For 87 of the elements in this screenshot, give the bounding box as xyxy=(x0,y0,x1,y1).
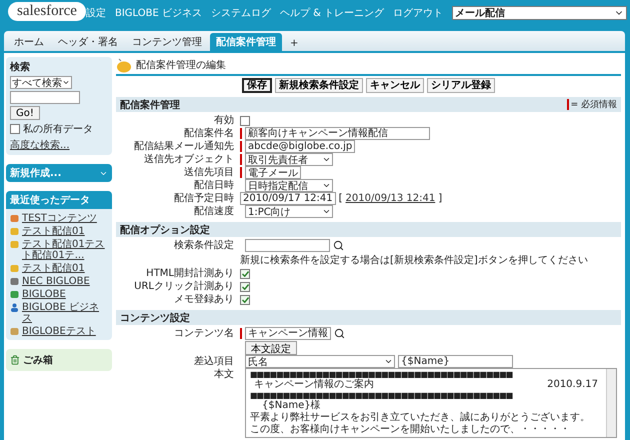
form-button[interactable]: 新規検索条件設定 xyxy=(275,78,363,93)
body-text: この度、お客様向けキャンペーンを開始いたしましたので、・・・・・ xyxy=(250,424,571,436)
field-label: 送信先オブジェクト xyxy=(143,153,234,166)
search-title: 検索 xyxy=(10,60,31,74)
advanced-search-link[interactable]: 高度な検索... xyxy=(10,138,108,152)
lookup-field[interactable] xyxy=(245,239,330,252)
tab[interactable]: コンテンツ管理 xyxy=(126,33,208,51)
field-label: 有効 xyxy=(213,114,234,127)
trash-icon xyxy=(10,355,20,365)
checkbox[interactable] xyxy=(240,294,250,304)
recent-item-link[interactable]: テスト配信01テスト配信01テ... xyxy=(22,239,108,261)
record-icon xyxy=(10,327,19,336)
field-label: URLクリック計測あり xyxy=(133,280,234,293)
date-field[interactable]: 2010/09/17 12:41 xyxy=(240,192,336,205)
field-label: 本文 xyxy=(213,368,234,382)
lookup-field[interactable]: キャンペーン情報 xyxy=(245,327,331,340)
select-field[interactable]: 1:PC向け xyxy=(245,205,333,218)
recent-item-link[interactable]: BIGLOBE xyxy=(22,289,66,300)
search-field[interactable] xyxy=(10,91,80,104)
field-label: HTML開封計測あり xyxy=(145,267,234,280)
divider-text: ■■■■■■■■■■■■■■■■■■■■■■■■■■■■■■■■■■■■■■■■ xyxy=(250,370,514,379)
field-label: 配信結果メール通知先 xyxy=(133,140,234,153)
scrollbar xyxy=(606,369,616,437)
recent-item-link[interactable]: BIGLOBE ビジネス xyxy=(22,302,108,324)
checkbox[interactable] xyxy=(240,282,250,292)
text-field[interactable]: 顧客向けキャンペーン情報配信 xyxy=(245,127,430,140)
field-label: 差込項目 xyxy=(193,355,234,368)
recent-item-link[interactable]: テスト配信01 xyxy=(22,226,85,237)
field-label: メモ登録あり xyxy=(173,293,234,306)
recent-item-link[interactable]: BIGLOBEテスト xyxy=(22,326,96,337)
select-field[interactable]: 氏名 xyxy=(245,355,395,368)
divider-text: ■■■■■■■■■■■■■■■■■■■■■■■■■■■■■■■■■■■■■■■■ xyxy=(250,391,514,400)
person-icon xyxy=(10,303,19,312)
date-link[interactable]: 2010/09/13 12:41 xyxy=(346,193,436,204)
checkbox[interactable] xyxy=(240,268,250,278)
select-field[interactable]: 日時指定配信 xyxy=(245,179,333,192)
checkbox[interactable] xyxy=(10,124,20,134)
bracket-text: [ xyxy=(338,193,343,204)
recycle-bin[interactable]: ごみ箱 xyxy=(6,349,112,371)
section-title: 配信オプション設定 xyxy=(120,223,210,236)
field-label: 配信日時 xyxy=(193,179,234,192)
text-field[interactable]: abcde@biglobe.co.jp xyxy=(245,140,356,153)
form-button[interactable]: 保存 xyxy=(242,78,272,93)
bag-icon xyxy=(116,57,132,73)
caret-icon xyxy=(322,181,331,190)
section-title: コンテンツ設定 xyxy=(120,311,190,324)
select-field[interactable]: 電子メール xyxy=(245,166,301,179)
date-text: 2010.9.17 xyxy=(547,379,598,391)
field-label: 検索条件設定 xyxy=(173,239,234,253)
hint-text: 新規に検索条件を設定する場合は[新規検索条件設定]ボタンを押してください xyxy=(240,254,589,267)
go-button[interactable]: Go! xyxy=(10,106,40,120)
section-title: 配信案件管理 xyxy=(120,98,180,112)
caret-icon xyxy=(322,155,331,164)
body-settings-button[interactable]: 本文設定 xyxy=(245,341,297,355)
logo: salesforce xyxy=(8,2,86,21)
lookup-icon[interactable] xyxy=(333,240,344,251)
recent-item-link[interactable]: TESTコンテンツ xyxy=(22,213,97,224)
caret-icon xyxy=(322,207,331,216)
page-title: 配信案件管理の編集 xyxy=(136,58,226,72)
required-mark xyxy=(566,99,569,110)
recent-item-link[interactable]: NEC BIGLOBE xyxy=(22,276,90,287)
app-menu[interactable]: メール配信 xyxy=(452,6,628,20)
scope-select[interactable]: すべて検索 xyxy=(10,76,72,89)
bracket-text: ] xyxy=(438,193,442,204)
body-text: 平素より弊社サービスをお引き立ていただき、誠にありがとうございます。 xyxy=(250,412,591,424)
heading-text: キャンペーン情報のご案内 xyxy=(254,379,374,391)
lookup-icon[interactable] xyxy=(334,328,345,339)
form-button[interactable]: シリアル登録 xyxy=(427,78,495,93)
greeting-text: {$Name}様 xyxy=(261,400,322,412)
caret-icon xyxy=(384,357,393,366)
field-label: 配信予定日時 xyxy=(173,192,234,205)
checkbox-label: 私の所有データ xyxy=(23,122,93,136)
recent-item-link[interactable]: テスト配信01 xyxy=(22,263,85,274)
select-field[interactable]: 取引先責任者 xyxy=(245,153,333,166)
tab[interactable]: ヘッダ・署名 xyxy=(52,33,124,51)
checkbox[interactable] xyxy=(240,116,250,126)
field-label: 送信先項目 xyxy=(183,166,234,179)
recent-title: 最近使ったデータ xyxy=(6,191,112,209)
field-label: 配信案件名 xyxy=(183,127,234,140)
add-tab[interactable]: + xyxy=(284,36,304,51)
text-area[interactable]: ■■■■■■■■■■■■■■■■■■■■■■■■■■■■■■■■■■■■■■■■ キャンペーン情報のご案内 2010.9.17 ■■■■■■■■■■■■■■■■■■■■■■■■■■■■■■■■■■■■■■■■ {$Name}様 平素より弊社サービスをお引き立ていただき、誠にありがとうございます。 この度、お客様向けキャンペーンを開始いたしましたので、・・・・・ xyxy=(245,368,617,438)
tab[interactable]: ホーム xyxy=(8,33,50,51)
text-field[interactable]: {$Name} xyxy=(398,355,513,368)
field-label: コンテンツ名 xyxy=(173,327,234,341)
legend-text: = 必須情報 xyxy=(570,98,617,111)
field-label: 配信速度 xyxy=(193,205,234,218)
form-button[interactable]: キャンセル xyxy=(366,78,424,93)
